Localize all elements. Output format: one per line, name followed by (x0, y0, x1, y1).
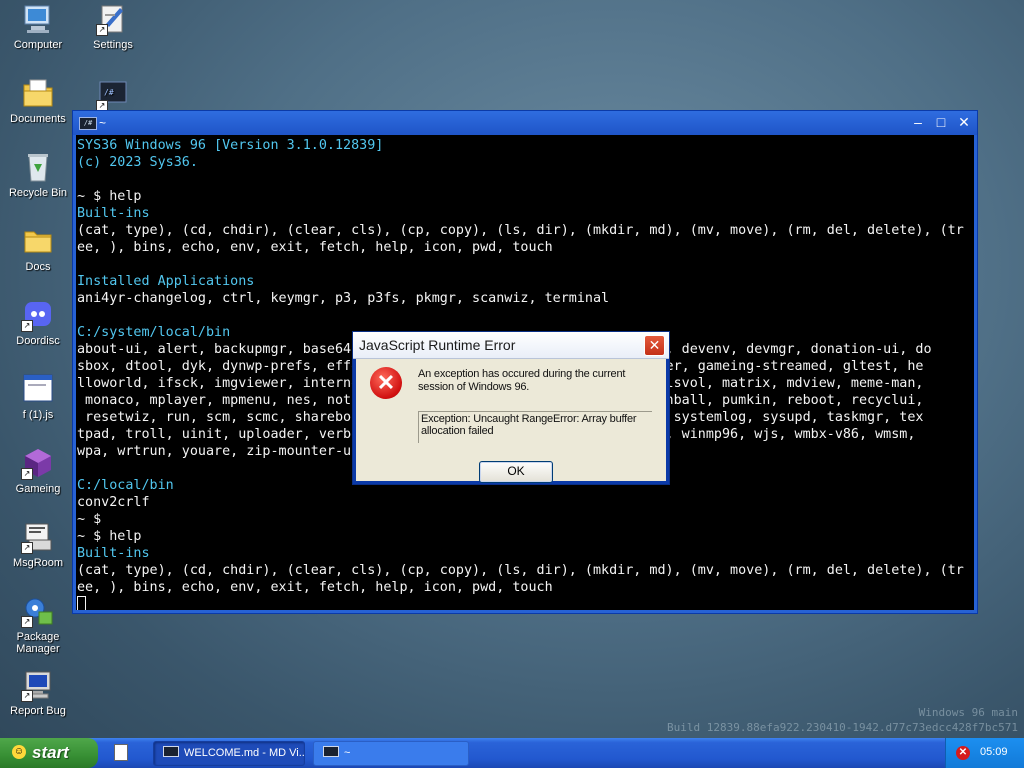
system-tray: ✕ 05:09 (945, 738, 1024, 768)
desktop-icon-gameing[interactable]: ↗ Gameing (0, 446, 76, 495)
terminal-line: (cat, type), (cd, chdir), (clear, cls), … (77, 563, 964, 578)
terminal-line: (cat, type), (cd, chdir), (clear, cls), … (77, 223, 964, 238)
desktop-icon-label: Gameing (15, 483, 61, 495)
terminal-line: (c) 2023 Sys36. (77, 155, 198, 170)
terminal-icon: /# ↗ (96, 78, 130, 112)
desktop-icon-doordisc[interactable]: ↗ Doordisc (0, 298, 76, 347)
terminal-icon: /# (79, 117, 97, 130)
minimize-button[interactable]: – (909, 114, 927, 131)
dialog-message: An exception has occured during the curr… (418, 368, 626, 393)
error-notification-icon[interactable]: ✕ (956, 746, 970, 760)
desktop-icon-docs[interactable]: Docs (0, 224, 76, 273)
taskbar: ☺ start WELCOME.md - MD Vi... ~ ✕ 05:09 (0, 738, 1024, 768)
gameing-cube-icon: ↗ (21, 446, 55, 480)
desktop-icon-label: f (1).js (22, 409, 54, 421)
terminal-title: ~ (99, 116, 107, 130)
taskbar-item-welcome[interactable]: WELCOME.md - MD Vi... (153, 741, 305, 766)
package-manager-icon: ↗ (21, 594, 55, 628)
desktop-icon-documents[interactable]: Documents (0, 76, 76, 125)
maximize-button[interactable]: □ (932, 114, 950, 131)
ok-button[interactable]: OK (479, 461, 553, 483)
window-file-icon (21, 372, 55, 406)
desktop-icon-label: Recycle Bin (8, 187, 68, 199)
desktop-icon-label: Package Manager (16, 631, 60, 655)
dialog-body: ✕ An exception has occured during the cu… (356, 359, 666, 483)
taskbar-item-terminal[interactable]: ~ (313, 741, 469, 766)
terminal-line: ee, ), bins, echo, env, exit, fetch, hel… (77, 240, 553, 255)
terminal-line: Built-ins (77, 206, 150, 221)
terminal-cursor (77, 596, 86, 610)
dialog-titlebar[interactable]: JavaScript Runtime Error ✕ (353, 332, 669, 359)
desktop-icon-msgroom[interactable]: ↗ MsgRoom (0, 520, 76, 569)
documents-folder-icon (21, 76, 55, 110)
start-label: start (32, 743, 69, 762)
terminal-line: Built-ins (77, 546, 150, 561)
terminal-line: conv2crlf (77, 495, 150, 510)
desktop-icon-report-bug[interactable]: ↗ Report Bug (0, 668, 76, 717)
desktop-icon-label: Report Bug (10, 705, 66, 717)
desktop-icon-label: Computer (13, 39, 63, 51)
desktop-icon-settings[interactable]: ↗ Settings (75, 2, 151, 51)
dialog-title: JavaScript Runtime Error (359, 337, 516, 353)
desktop-icon-recycle-bin[interactable]: Recycle Bin (0, 150, 76, 199)
terminal-line: SYS36 Windows 96 [Version 3.1.0.12839] (77, 138, 384, 153)
doordisc-icon: ↗ (21, 298, 55, 332)
quick-launch-document-icon[interactable] (114, 744, 128, 761)
terminal-line: Installed Applications (77, 274, 255, 289)
desktop-icon-computer[interactable]: Computer (0, 2, 76, 51)
recycle-bin-icon (21, 150, 55, 184)
clock: 05:09 (980, 746, 1008, 758)
desktop-icon-label: Docs (25, 261, 51, 273)
app-window-icon (163, 746, 179, 757)
desktop-icon-package-manager[interactable]: ↗ Package Manager (0, 594, 76, 655)
report-bug-icon: ↗ (21, 668, 55, 702)
msgroom-icon: ↗ (21, 520, 55, 554)
desktop-icon-label: Documents (10, 113, 66, 125)
build-watermark-line1: Windows 96 main (918, 706, 1018, 719)
terminal-line: ~ $ help (77, 529, 142, 544)
terminal-titlebar[interactable]: /# ~ – □ ✕ (73, 111, 977, 135)
error-dialog[interactable]: JavaScript Runtime Error ✕ ✕ An exceptio… (352, 331, 670, 485)
computer-icon (21, 2, 55, 36)
build-watermark-line2: Build 12839.88efa922.230410-1942.d77c73e… (667, 721, 1018, 734)
settings-icon: ↗ (96, 2, 130, 36)
taskbar-item-label: ~ (344, 747, 351, 759)
terminal-line: ~ $ (77, 512, 102, 527)
svg-text:/#: /# (104, 88, 114, 97)
desktop-icon-label: Doordisc (16, 335, 60, 347)
taskbar-item-label: WELCOME.md - MD Vi... (184, 747, 305, 759)
start-button[interactable]: ☺ start (0, 738, 98, 768)
desktop-icon-label: MsgRoom (12, 557, 64, 569)
terminal-line: ani4yr-changelog, ctrl, keymgr, p3, p3fs… (77, 291, 610, 306)
dialog-exception-detail: Exception: Uncaught RangeError: Array bu… (418, 411, 652, 443)
desktop-icon-label: Settings (93, 39, 133, 51)
close-button[interactable]: ✕ (955, 114, 973, 131)
terminal-line: ee, ), bins, echo, env, exit, fetch, hel… (77, 580, 553, 595)
folder-icon (21, 224, 55, 258)
dialog-close-button[interactable]: ✕ (644, 335, 665, 356)
terminal-line: ~ $ help (77, 189, 142, 204)
desktop-icon-f1-js[interactable]: f (1).js (0, 372, 76, 421)
smiley-icon: ☺ (12, 745, 26, 759)
terminal-icon (323, 746, 339, 757)
error-icon: ✕ (370, 367, 402, 399)
